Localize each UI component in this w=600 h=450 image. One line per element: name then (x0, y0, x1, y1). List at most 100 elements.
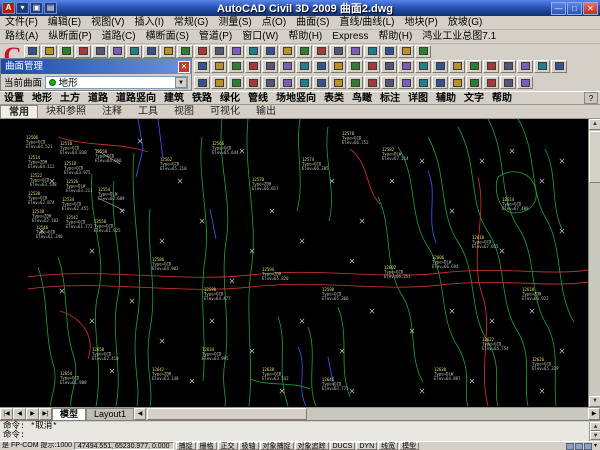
hongye-tab[interactable]: 详图 (404, 92, 432, 105)
line-icon[interactable] (194, 60, 210, 73)
menu-item[interactable]: 鸿业工业总图7.1 (417, 30, 501, 43)
hongye-tab[interactable]: 道路竖向 (112, 92, 160, 105)
menu-item[interactable]: 道路(C) (97, 30, 141, 43)
erase-icon[interactable] (551, 60, 567, 73)
layer-previous-icon[interactable] (415, 76, 431, 89)
ribbon-tab[interactable]: 输出 (248, 105, 284, 118)
make-block-icon[interactable] (364, 60, 380, 73)
undo-icon[interactable] (211, 45, 227, 58)
panel-icon[interactable]: ▤ (44, 2, 57, 14)
tab-next-icon[interactable]: ▶ (26, 408, 39, 420)
snap-quadrant-icon[interactable] (262, 76, 278, 89)
array-icon[interactable] (449, 60, 465, 73)
hongye-tab[interactable]: 帮助 (488, 92, 516, 105)
save-icon[interactable] (58, 45, 74, 58)
hongye-tab[interactable]: 场地竖向 (272, 92, 320, 105)
menu-item[interactable]: 编辑(E) (43, 16, 86, 29)
hongye-tab[interactable]: 土方 (56, 92, 84, 105)
hongye-tab[interactable]: 设置 (0, 92, 28, 105)
menu-item[interactable]: 横断面(S) (141, 30, 194, 43)
fillet-icon[interactable] (517, 60, 533, 73)
polyline-icon[interactable] (211, 60, 227, 73)
plot-icon[interactable] (75, 45, 91, 58)
properties-icon[interactable] (313, 45, 329, 58)
linetype-control-icon[interactable] (483, 76, 499, 89)
snap-tangent-icon[interactable] (330, 76, 346, 89)
menu-item[interactable]: 地块(P) (400, 16, 443, 29)
app-icon[interactable]: A (2, 2, 15, 14)
hongye-tab[interactable]: 表类 (320, 92, 348, 105)
offset-icon[interactable] (466, 60, 482, 73)
rotate-icon[interactable] (415, 60, 431, 73)
horizontal-scroll-thumb[interactable] (147, 408, 307, 420)
layout-tab[interactable]: 模型 (52, 408, 86, 420)
menu-item[interactable]: 文件(F) (0, 16, 43, 29)
hongye-help-icon[interactable]: ? (584, 92, 598, 104)
hatch-icon[interactable] (279, 60, 295, 73)
snap-parallel-icon[interactable] (381, 76, 397, 89)
rectangle-icon[interactable] (262, 60, 278, 73)
copy-icon[interactable] (143, 45, 159, 58)
menu-item[interactable]: 直线/曲线(L) (335, 16, 400, 29)
menu-item[interactable]: 测量(S) (213, 16, 256, 29)
tab-first-icon[interactable]: |◀ (0, 408, 13, 420)
status-toggle[interactable]: 模型 (399, 442, 419, 450)
menu-item[interactable]: 路线(A) (0, 30, 43, 43)
hongye-tab[interactable]: 道路 (84, 92, 112, 105)
ribbon-tab[interactable]: 块和参照 (38, 105, 94, 118)
scroll-up-icon[interactable]: ▲ (589, 119, 600, 130)
publish-icon[interactable] (109, 45, 125, 58)
menu-item[interactable]: 插入(I) (129, 16, 168, 29)
layout-tab[interactable]: Layout1 (86, 408, 134, 420)
extend-icon[interactable] (500, 60, 516, 73)
zoom-previous-icon[interactable] (296, 45, 312, 58)
scroll-right-icon[interactable]: ▶ (588, 408, 600, 420)
workspace-icon[interactable]: ▣ (30, 2, 43, 14)
arc-icon[interactable] (245, 60, 261, 73)
status-toggle[interactable]: 对象捕捉 (260, 442, 294, 450)
hongye-tab[interactable]: 绿化 (216, 92, 244, 105)
close-button[interactable]: ✕ (583, 2, 598, 15)
menu-item[interactable]: 帮助(H) (373, 30, 417, 43)
match-properties-icon[interactable] (177, 45, 193, 58)
block-editor-icon[interactable] (194, 45, 210, 58)
plot-style-control-icon[interactable] (517, 76, 533, 89)
status-toggle[interactable]: DYN (356, 442, 377, 450)
paste-icon[interactable] (160, 45, 176, 58)
snap-center-icon[interactable] (228, 76, 244, 89)
menu-item[interactable]: 曲面(S) (291, 16, 334, 29)
hongye-tab[interactable]: 铁路 (188, 92, 216, 105)
explode-icon[interactable] (534, 60, 550, 73)
multiline-text-icon[interactable] (296, 60, 312, 73)
ribbon-tab[interactable]: 常用 (0, 105, 38, 119)
open-icon[interactable] (41, 45, 57, 58)
snap-apparent-icon[interactable] (364, 76, 380, 89)
vertical-scroll-thumb[interactable] (589, 131, 600, 183)
annotation-scale-icon[interactable] (566, 443, 574, 450)
layer-properties-icon[interactable] (398, 76, 414, 89)
zoom-realtime-icon[interactable] (262, 45, 278, 58)
menu-item[interactable]: 视图(V) (86, 16, 129, 29)
snap-node-icon[interactable] (245, 76, 261, 89)
markup-set-manager-icon[interactable] (381, 45, 397, 58)
redo-icon[interactable] (228, 45, 244, 58)
chevron-down-icon[interactable]: ▼ (175, 77, 187, 88)
palette-close-icon[interactable]: ✕ (178, 61, 190, 73)
ribbon-tab[interactable]: 视图 (166, 105, 202, 118)
coordinate-display[interactable]: 47494.551, 65230.977, 0.000 (74, 442, 173, 450)
snap-perpendicular-icon[interactable] (313, 76, 329, 89)
hongye-tab[interactable]: 管线 (244, 92, 272, 105)
circle-icon[interactable] (228, 60, 244, 73)
menu-item[interactable]: 纵断面(P) (43, 30, 96, 43)
snap-nearest-icon[interactable] (347, 76, 363, 89)
ribbon-tab[interactable]: 可视化 (202, 105, 248, 118)
current-surface-dropdown[interactable]: 地形 ▼ (45, 76, 188, 89)
status-toggle[interactable]: 极轴 (239, 442, 259, 450)
ribbon-tab[interactable]: 注释 (94, 105, 130, 118)
sheet-set-manager-icon[interactable] (364, 45, 380, 58)
hongye-tab[interactable]: 文字 (460, 92, 488, 105)
move-icon[interactable] (381, 60, 397, 73)
new-icon[interactable] (24, 45, 40, 58)
plot-preview-icon[interactable] (92, 45, 108, 58)
tab-last-icon[interactable]: ▶| (39, 408, 52, 420)
